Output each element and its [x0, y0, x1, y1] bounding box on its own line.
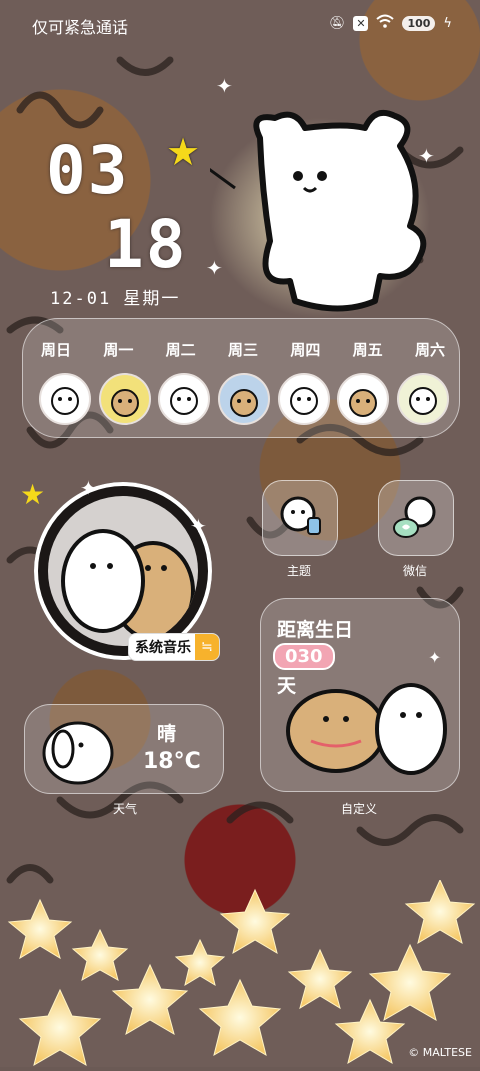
- sparkle-icon: ✦: [428, 648, 442, 667]
- clock-hour[interactable]: 03: [46, 132, 129, 209]
- white-dog-avatar: [158, 373, 211, 425]
- birthday-days-count: 030: [273, 643, 335, 670]
- date-text: 12-01 星期一: [50, 289, 181, 309]
- brown-dog-avatar: [98, 373, 151, 425]
- sparkle-icon: ✦: [190, 514, 207, 538]
- glowing-stars-decoration: [0, 878, 480, 1067]
- clock-minute[interactable]: 18: [104, 206, 187, 283]
- weekday-label: 周四: [290, 341, 321, 359]
- charging-icon: ϟ: [443, 15, 452, 31]
- system-music-label: 系统音乐: [135, 640, 191, 656]
- bear-wand-illustration: [179, 108, 450, 318]
- birthday-title: 距离生日: [277, 619, 354, 641]
- status-icons: 🔕︎ ✕ 100 ϟ: [329, 14, 452, 32]
- music-app-icon: ≒: [195, 634, 219, 660]
- status-bar: 仅可紧急通话 🔕︎ ✕ 100 ϟ: [0, 0, 480, 48]
- dog-illustration: [42, 721, 114, 785]
- birthday-countdown-widget[interactable]: 距离生日 030 天: [260, 598, 460, 792]
- theme-app-label: 主题: [286, 564, 311, 578]
- white-dog-avatar: [396, 373, 449, 425]
- dogs-illustration: [286, 683, 447, 775]
- battery-level: 100: [402, 15, 436, 31]
- white-dog-avatar: [39, 373, 91, 425]
- birthday-widget-label: 自定义: [340, 802, 377, 816]
- brown-dog-avatar: [217, 373, 270, 425]
- weather-temperature: 18°C: [143, 749, 201, 774]
- white-dog-avatar: [277, 373, 330, 425]
- week-widget[interactable]: 周日 周一 周二 周三 周四 周五 周六: [22, 318, 460, 438]
- weekday-label: 周六: [414, 341, 445, 359]
- music-artwork: [48, 496, 198, 646]
- wechat-app-icon[interactable]: [378, 480, 454, 556]
- weekday-label: 周日: [41, 341, 72, 359]
- wand-star-icon: ★: [166, 130, 201, 174]
- weekday-avatars: [39, 373, 449, 425]
- sparkle-icon: ✦: [418, 144, 435, 168]
- mute-icon: 🔕︎: [328, 15, 346, 31]
- system-music-button[interactable]: 系统音乐 ≒: [128, 633, 220, 661]
- wechat-app-label: 微信: [402, 564, 427, 578]
- weather-widget-label: 天气: [112, 802, 137, 816]
- no-sim-icon: ✕: [353, 15, 369, 31]
- copyright-text: © MALTESE: [408, 1046, 472, 1059]
- sparkle-icon: ✦: [206, 256, 223, 280]
- wifi-icon: [376, 14, 395, 32]
- weekday-label: 周五: [352, 341, 383, 359]
- emergency-calls-text: 仅可紧急通话: [32, 18, 129, 37]
- sparkle-icon: ✦: [216, 74, 233, 98]
- music-star-icon: ★: [20, 478, 46, 511]
- weather-condition: 晴: [157, 723, 177, 745]
- weather-widget[interactable]: 晴 18°C: [24, 704, 224, 794]
- theme-app-icon[interactable]: [262, 480, 338, 556]
- weekday-label: 周二: [165, 341, 196, 359]
- weekday-label: 周一: [103, 341, 134, 359]
- weekday-labels: 周日 周一 周二 周三 周四 周五 周六: [41, 339, 445, 360]
- brown-dog-avatar: [337, 373, 390, 425]
- sparkle-icon: ✦: [80, 476, 97, 500]
- weekday-label: 周三: [227, 341, 258, 359]
